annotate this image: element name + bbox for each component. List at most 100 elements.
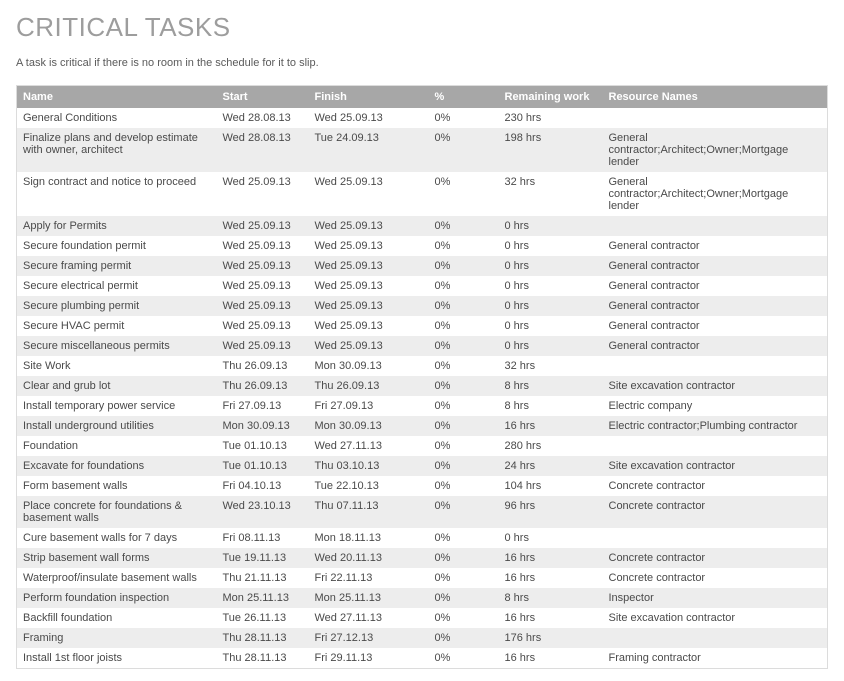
cell-resources: Site excavation contractor bbox=[603, 608, 828, 628]
cell-start: Tue 19.11.13 bbox=[217, 548, 309, 568]
cell-name: Foundation bbox=[17, 436, 217, 456]
cell-remaining: 16 hrs bbox=[499, 608, 603, 628]
cell-finish: Wed 25.09.13 bbox=[309, 296, 429, 316]
cell-percent: 0% bbox=[429, 436, 499, 456]
cell-name: Secure foundation permit bbox=[17, 236, 217, 256]
table-row: Excavate for foundationsTue 01.10.13Thu … bbox=[17, 456, 828, 476]
col-start: Start bbox=[217, 86, 309, 109]
cell-remaining: 8 hrs bbox=[499, 396, 603, 416]
cell-finish: Thu 07.11.13 bbox=[309, 496, 429, 528]
cell-remaining: 0 hrs bbox=[499, 256, 603, 276]
table-row: Form basement wallsFri 04.10.13Tue 22.10… bbox=[17, 476, 828, 496]
cell-start: Wed 25.09.13 bbox=[217, 296, 309, 316]
cell-finish: Wed 25.09.13 bbox=[309, 276, 429, 296]
cell-finish: Wed 25.09.13 bbox=[309, 216, 429, 236]
cell-finish: Wed 25.09.13 bbox=[309, 336, 429, 356]
cell-finish: Wed 27.11.13 bbox=[309, 436, 429, 456]
cell-percent: 0% bbox=[429, 376, 499, 396]
table-row: Secure electrical permitWed 25.09.13Wed … bbox=[17, 276, 828, 296]
cell-name: Strip basement wall forms bbox=[17, 548, 217, 568]
cell-finish: Wed 25.09.13 bbox=[309, 172, 429, 216]
page-subtitle: A task is critical if there is no room i… bbox=[16, 57, 828, 69]
cell-resources bbox=[603, 108, 828, 128]
col-percent: % bbox=[429, 86, 499, 109]
cell-name: Site Work bbox=[17, 356, 217, 376]
cell-resources: General contractor bbox=[603, 296, 828, 316]
cell-start: Wed 25.09.13 bbox=[217, 172, 309, 216]
cell-resources: General contractor bbox=[603, 236, 828, 256]
cell-percent: 0% bbox=[429, 396, 499, 416]
cell-percent: 0% bbox=[429, 172, 499, 216]
table-row: Waterproof/insulate basement wallsThu 21… bbox=[17, 568, 828, 588]
table-row: Secure plumbing permitWed 25.09.13Wed 25… bbox=[17, 296, 828, 316]
cell-resources: General contractor;Architect;Owner;Mortg… bbox=[603, 172, 828, 216]
cell-start: Wed 25.09.13 bbox=[217, 256, 309, 276]
cell-percent: 0% bbox=[429, 648, 499, 669]
cell-start: Wed 25.09.13 bbox=[217, 236, 309, 256]
cell-start: Fri 08.11.13 bbox=[217, 528, 309, 548]
cell-start: Tue 01.10.13 bbox=[217, 456, 309, 476]
cell-start: Wed 23.10.13 bbox=[217, 496, 309, 528]
cell-name: Finalize plans and develop estimate with… bbox=[17, 128, 217, 172]
cell-name: Place concrete for foundations & basemen… bbox=[17, 496, 217, 528]
cell-resources: Electric company bbox=[603, 396, 828, 416]
cell-resources: General contractor bbox=[603, 316, 828, 336]
cell-resources: Concrete contractor bbox=[603, 476, 828, 496]
table-row: Strip basement wall formsTue 19.11.13Wed… bbox=[17, 548, 828, 568]
cell-name: Install underground utilities bbox=[17, 416, 217, 436]
cell-start: Thu 28.11.13 bbox=[217, 648, 309, 669]
cell-name: Sign contract and notice to proceed bbox=[17, 172, 217, 216]
cell-remaining: 0 hrs bbox=[499, 236, 603, 256]
cell-finish: Wed 25.09.13 bbox=[309, 236, 429, 256]
table-row: FramingThu 28.11.13Fri 27.12.130%176 hrs bbox=[17, 628, 828, 648]
cell-remaining: 0 hrs bbox=[499, 336, 603, 356]
table-row: Place concrete for foundations & basemen… bbox=[17, 496, 828, 528]
table-row: General ConditionsWed 28.08.13Wed 25.09.… bbox=[17, 108, 828, 128]
cell-name: Clear and grub lot bbox=[17, 376, 217, 396]
table-row: Secure miscellaneous permitsWed 25.09.13… bbox=[17, 336, 828, 356]
cell-remaining: 32 hrs bbox=[499, 172, 603, 216]
table-row: Secure framing permitWed 25.09.13Wed 25.… bbox=[17, 256, 828, 276]
cell-finish: Tue 24.09.13 bbox=[309, 128, 429, 172]
cell-start: Mon 25.11.13 bbox=[217, 588, 309, 608]
table-row: Apply for PermitsWed 25.09.13Wed 25.09.1… bbox=[17, 216, 828, 236]
critical-tasks-table: Name Start Finish % Remaining work Resou… bbox=[16, 85, 828, 669]
cell-finish: Wed 27.11.13 bbox=[309, 608, 429, 628]
cell-percent: 0% bbox=[429, 628, 499, 648]
table-row: FoundationTue 01.10.13Wed 27.11.130%280 … bbox=[17, 436, 828, 456]
cell-name: General Conditions bbox=[17, 108, 217, 128]
cell-percent: 0% bbox=[429, 336, 499, 356]
cell-name: Cure basement walls for 7 days bbox=[17, 528, 217, 548]
cell-percent: 0% bbox=[429, 276, 499, 296]
table-row: Install 1st floor joistsThu 28.11.13Fri … bbox=[17, 648, 828, 669]
cell-percent: 0% bbox=[429, 548, 499, 568]
cell-resources: Concrete contractor bbox=[603, 568, 828, 588]
cell-name: Framing bbox=[17, 628, 217, 648]
cell-remaining: 0 hrs bbox=[499, 296, 603, 316]
table-row: Perform foundation inspectionMon 25.11.1… bbox=[17, 588, 828, 608]
cell-percent: 0% bbox=[429, 236, 499, 256]
table-row: Site WorkThu 26.09.13Mon 30.09.130%32 hr… bbox=[17, 356, 828, 376]
cell-start: Thu 21.11.13 bbox=[217, 568, 309, 588]
cell-finish: Wed 25.09.13 bbox=[309, 316, 429, 336]
cell-remaining: 24 hrs bbox=[499, 456, 603, 476]
cell-finish: Fri 29.11.13 bbox=[309, 648, 429, 669]
cell-remaining: 16 hrs bbox=[499, 416, 603, 436]
cell-name: Secure electrical permit bbox=[17, 276, 217, 296]
cell-finish: Thu 03.10.13 bbox=[309, 456, 429, 476]
cell-resources: Concrete contractor bbox=[603, 548, 828, 568]
cell-start: Thu 26.09.13 bbox=[217, 356, 309, 376]
cell-finish: Fri 22.11.13 bbox=[309, 568, 429, 588]
table-row: Secure foundation permitWed 25.09.13Wed … bbox=[17, 236, 828, 256]
cell-start: Wed 25.09.13 bbox=[217, 216, 309, 236]
cell-remaining: 0 hrs bbox=[499, 316, 603, 336]
cell-name: Secure plumbing permit bbox=[17, 296, 217, 316]
cell-finish: Mon 25.11.13 bbox=[309, 588, 429, 608]
cell-resources: Framing contractor bbox=[603, 648, 828, 669]
cell-finish: Fri 27.12.13 bbox=[309, 628, 429, 648]
col-name: Name bbox=[17, 86, 217, 109]
table-row: Finalize plans and develop estimate with… bbox=[17, 128, 828, 172]
cell-finish: Mon 18.11.13 bbox=[309, 528, 429, 548]
cell-percent: 0% bbox=[429, 416, 499, 436]
cell-start: Mon 30.09.13 bbox=[217, 416, 309, 436]
